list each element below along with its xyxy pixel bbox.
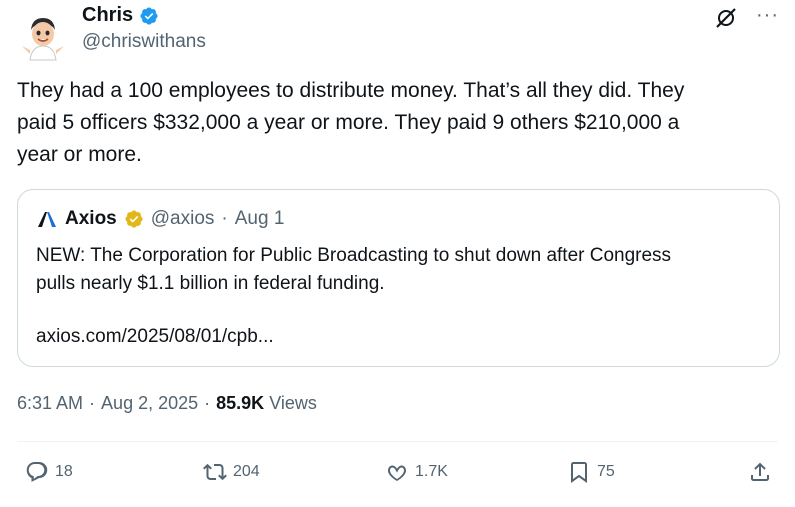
grok-icon[interactable] — [714, 6, 738, 30]
tweet-timestamp: 6:31 AM · Aug 2, 2025 · 85.9K Views — [17, 393, 317, 414]
divider — [17, 441, 778, 442]
tweet-time[interactable]: 6:31 AM — [17, 393, 83, 414]
share-icon — [751, 462, 769, 481]
reply-count: 18 — [55, 463, 73, 480]
quote-separator: · — [221, 208, 228, 229]
verified-badge-icon — [140, 6, 158, 25]
quote-text: NEW: The Corporation for Public Broadcas… — [36, 245, 672, 294]
more-icon[interactable]: ··· — [756, 5, 779, 25]
author-handle[interactable]: @chriswithans — [82, 31, 206, 53]
avatar[interactable] — [16, 10, 70, 64]
action-bar: 18 204 1.7K 75 — [17, 446, 778, 502]
share-button[interactable] — [748, 460, 772, 484]
reply-button[interactable]: 18 — [25, 460, 73, 484]
bookmark-count: 75 — [597, 463, 615, 480]
like-button[interactable]: 1.7K — [385, 460, 448, 484]
repost-button[interactable]: 204 — [203, 460, 260, 484]
bookmark-button[interactable]: 75 — [567, 460, 615, 484]
reply-icon — [26, 462, 48, 482]
axios-logo-icon — [38, 212, 56, 227]
quote-link[interactable]: axios.com/2025/08/01/cpb... — [36, 326, 274, 348]
quote-author-handle: @axios — [150, 208, 215, 229]
tweet-text: They had a 100 employees to distribute m… — [17, 79, 685, 166]
bookmark-icon — [571, 462, 587, 483]
repost-icon — [203, 463, 227, 481]
like-count: 1.7K — [415, 463, 448, 480]
repost-count: 204 — [233, 463, 260, 480]
quote-tweet-card[interactable]: Axios @axios · Aug 1 NEW: The Corporatio… — [17, 189, 780, 367]
quote-author-name: Axios — [65, 208, 117, 229]
author-name[interactable]: Chris — [82, 4, 133, 27]
views-label: Views — [269, 393, 317, 413]
quote-date: Aug 1 — [234, 208, 285, 229]
verified-badge-icon — [125, 210, 143, 228]
like-icon — [388, 465, 406, 481]
meta-dot: · — [89, 393, 96, 413]
tweet-date[interactable]: Aug 2, 2025 — [101, 393, 198, 414]
views-count: 85.9K — [216, 393, 265, 413]
meta-dot: · — [204, 393, 211, 413]
